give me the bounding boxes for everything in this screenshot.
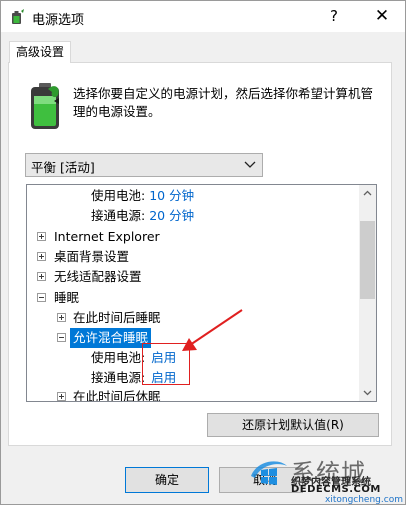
tree-row-label: 在此时间后睡眠	[73, 310, 161, 325]
tree-row-label: 无线适配器设置	[54, 269, 142, 284]
tree-row-label: 睡眠	[54, 290, 80, 305]
expand-plus-icon[interactable]	[37, 232, 46, 241]
tree-row-label: 桌面背景设置	[54, 249, 130, 264]
power-options-app-icon	[12, 9, 24, 24]
collapse-minus-icon[interactable]	[37, 293, 46, 302]
description-text: 选择你要自定义的电源计划，然后选择你希望计算机管理的电源设置。	[73, 86, 374, 119]
restore-plan-defaults-button[interactable]: 还原计划默认值(R)	[207, 413, 379, 437]
battery-power-icon	[31, 83, 59, 129]
tree-row[interactable]: 无线适配器设置	[27, 267, 327, 287]
expand-plus-icon[interactable]	[37, 252, 46, 261]
window-title: 电源选项	[32, 13, 85, 28]
tree-row-label: 使用电池:	[91, 188, 146, 203]
tree-row[interactable]: 睡眠	[27, 288, 327, 308]
tab-advanced-settings[interactable]: 高级设置	[9, 41, 71, 63]
tree-row-label: 使用电池:	[91, 350, 146, 365]
close-button[interactable]: ✕	[363, 5, 401, 27]
ok-button[interactable]: 确定	[125, 467, 209, 493]
expand-plus-icon[interactable]	[57, 392, 66, 401]
watermark-url-secondary: xitongcheng.com	[325, 495, 403, 505]
scroll-up-arrow-icon[interactable]	[359, 185, 376, 202]
tree-row-label: 接通电源:	[91, 370, 146, 385]
watermark-url: DEDECMS.COM	[291, 484, 381, 495]
scroll-down-arrow-icon[interactable]	[359, 384, 376, 401]
tree-row[interactable]: 使用电池: 10 分钟	[91, 186, 194, 206]
tree-row[interactable]: 接通电源: 20 分钟	[91, 206, 194, 226]
tree-row-label: 在此时间后休眠	[73, 389, 161, 402]
chevron-down-icon	[244, 161, 256, 168]
tree-scrollbar[interactable]	[359, 185, 376, 401]
title-bar: 电源选项 ? ✕	[1, 1, 405, 32]
tree-row-value[interactable]: 10 分钟	[149, 188, 194, 203]
scroll-thumb[interactable]	[360, 221, 375, 299]
help-button[interactable]: ?	[319, 5, 349, 27]
tree-row-label-selected: 允许混合睡眠	[70, 328, 152, 348]
power-plan-select[interactable]: 平衡 [活动]	[25, 153, 263, 177]
collapse-minus-icon[interactable]	[57, 333, 66, 342]
tree-row[interactable]: 桌面背景设置	[27, 247, 327, 267]
annotation-arrow-icon	[182, 309, 243, 351]
tree-row-value[interactable]: 20 分钟	[149, 208, 194, 223]
tree-row-label: 接通电源:	[91, 208, 146, 223]
expand-plus-icon[interactable]	[57, 313, 66, 322]
watermark: 系统城 织梦内容管理系统 DEDECMS.COM xitongcheng.com	[249, 453, 406, 505]
power-options-dialog: 电源选项 ? ✕ 高级设置 选择你要自定义的电源计划，然后选择你希望计算机管理的…	[0, 0, 406, 505]
tree-row[interactable]: 在此时间后休眠	[27, 387, 327, 402]
expand-plus-icon[interactable]	[37, 272, 46, 281]
tree-row-label: Internet Explorer	[54, 229, 160, 244]
power-plan-select-value: 平衡 [活动]	[31, 160, 95, 175]
power-settings-tree[interactable]: 使用电池: 10 分钟 接通电源: 20 分钟 Internet Explore…	[26, 184, 377, 402]
windows-logo-icon	[251, 461, 287, 485]
